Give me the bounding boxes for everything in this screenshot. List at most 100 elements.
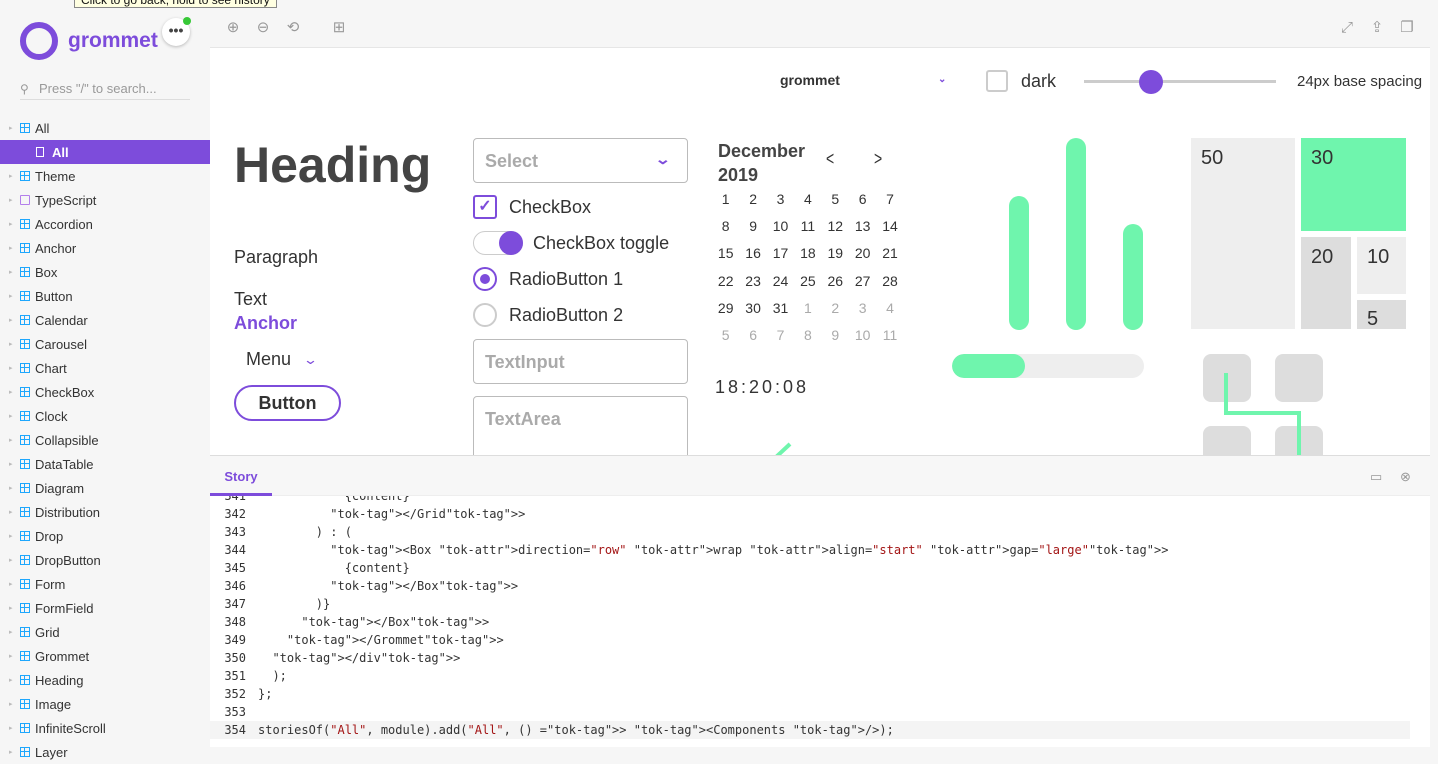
calendar-day[interactable]: 10 [767, 213, 794, 240]
sidebar-item-chart[interactable]: ▸ Chart [0, 356, 210, 380]
sidebar-item-image[interactable]: ▸ Image [0, 692, 210, 716]
calendar-day[interactable]: 12 [822, 213, 849, 240]
sidebar-item-carousel[interactable]: ▸ Carousel [0, 332, 210, 356]
panel-position-icon[interactable]: ▭ [1370, 469, 1382, 485]
search-input[interactable]: ⚲ Press "/" to search... [20, 78, 190, 100]
demo-menu[interactable]: Menu ⌄ [246, 349, 318, 370]
calendar-day[interactable]: 24 [767, 268, 794, 295]
demo-text-input[interactable]: TextInput [473, 339, 688, 384]
spacing-slider-thumb[interactable] [1139, 70, 1164, 94]
grid-icon[interactable]: ⊞ [330, 19, 348, 37]
calendar-day[interactable]: 4 [794, 186, 821, 213]
calendar-day[interactable]: 8 [712, 213, 739, 240]
tab-story[interactable]: Story [210, 456, 272, 496]
sidebar-item-heading[interactable]: ▸ Heading [0, 668, 210, 692]
zoom-out-icon[interactable]: ⊖ [254, 19, 272, 37]
sidebar-item-diagram[interactable]: ▸ Diagram [0, 476, 210, 500]
calendar-day[interactable]: 3 [849, 295, 876, 322]
calendar-day[interactable]: 3 [767, 186, 794, 213]
calendar-day[interactable]: 11 [876, 322, 903, 349]
calendar-day[interactable]: 7 [767, 322, 794, 349]
calendar-day[interactable]: 22 [712, 268, 739, 295]
calendar-day[interactable]: 9 [739, 213, 766, 240]
sidebar-item-accordion[interactable]: ▸ Accordion [0, 212, 210, 236]
zoom-reset-icon[interactable]: ⟲ [284, 19, 302, 37]
sidebar-item-all[interactable]: ▸ All [0, 116, 210, 140]
close-icon[interactable]: ⊗ [1400, 469, 1411, 485]
sidebar-item-anchor[interactable]: ▸ Anchor [0, 236, 210, 260]
chevron-left-icon[interactable]: < [826, 147, 834, 169]
calendar-day[interactable]: 17 [767, 240, 794, 267]
chevron-right-icon[interactable]: > [874, 147, 882, 169]
calendar-day[interactable]: 25 [794, 268, 821, 295]
sidebar-item-label: DataTable [35, 456, 94, 472]
demo-text-area[interactable]: TextArea [473, 396, 688, 455]
calendar-day[interactable]: 20 [849, 240, 876, 267]
calendar-day[interactable]: 7 [876, 186, 903, 213]
calendar-day[interactable]: 28 [876, 268, 903, 295]
demo-anchor[interactable]: Anchor [234, 313, 297, 334]
calendar-day[interactable]: 31 [767, 295, 794, 322]
sidebar-item-formfield[interactable]: ▸ FormField [0, 596, 210, 620]
sidebar-item-grid[interactable]: ▸ Grid [0, 620, 210, 644]
brand[interactable]: grommet [20, 22, 158, 60]
demo-checkbox[interactable]: ✓ CheckBox [473, 195, 591, 219]
spacing-slider-track[interactable] [1084, 80, 1276, 83]
sidebar-item-infinitescroll[interactable]: ▸ InfiniteScroll [0, 716, 210, 740]
sidebar-item-clock[interactable]: ▸ Clock [0, 404, 210, 428]
sidebar-item-box[interactable]: ▸ Box [0, 260, 210, 284]
demo-button[interactable]: Button [234, 385, 341, 421]
calendar-day[interactable]: 29 [712, 295, 739, 322]
calendar-day[interactable]: 16 [739, 240, 766, 267]
sidebar-item-checkbox[interactable]: ▸ CheckBox [0, 380, 210, 404]
sidebar-item-calendar[interactable]: ▸ Calendar [0, 308, 210, 332]
share-icon[interactable]: ⇪ [1368, 19, 1386, 37]
calendar-day[interactable]: 10 [849, 322, 876, 349]
calendar-day[interactable]: 21 [876, 240, 903, 267]
sidebar-item-grommet[interactable]: ▸ Grommet [0, 644, 210, 668]
calendar-day[interactable]: 11 [794, 213, 821, 240]
calendar-day[interactable]: 8 [794, 322, 821, 349]
dark-checkbox[interactable] [986, 70, 1008, 92]
demo-radio-2[interactable]: RadioButton 2 [473, 303, 623, 327]
calendar-day[interactable]: 6 [739, 322, 766, 349]
demo-select[interactable]: Select ⌄ [473, 138, 688, 183]
calendar-day[interactable]: 5 [822, 186, 849, 213]
calendar-day[interactable]: 26 [822, 268, 849, 295]
chevron-down-icon: ⌄ [938, 74, 947, 85]
calendar-day[interactable]: 5 [712, 322, 739, 349]
demo-toggle[interactable]: CheckBox toggle [473, 231, 669, 255]
calendar-day[interactable]: 6 [849, 186, 876, 213]
sidebar-item-datatable[interactable]: ▸ DataTable [0, 452, 210, 476]
demo-radio-1[interactable]: RadioButton 1 [473, 267, 623, 291]
calendar-day[interactable]: 2 [822, 295, 849, 322]
sidebar-item-layer[interactable]: ▸ Layer [0, 740, 210, 764]
calendar-day[interactable]: 1 [712, 186, 739, 213]
calendar-day[interactable]: 2 [739, 186, 766, 213]
sidebar-item-theme[interactable]: ▸ Theme [0, 164, 210, 188]
sidebar-item-all[interactable]: All [0, 140, 210, 164]
zoom-in-icon[interactable]: ⊕ [224, 19, 242, 37]
sidebar-item-collapsible[interactable]: ▸ Collapsible [0, 428, 210, 452]
calendar-day[interactable]: 27 [849, 268, 876, 295]
theme-select[interactable]: grommet ⌄ [780, 72, 950, 88]
sidebar-item-form[interactable]: ▸ Form [0, 572, 210, 596]
sidebar-item-button[interactable]: ▸ Button [0, 284, 210, 308]
calendar-day[interactable]: 4 [876, 295, 903, 322]
sidebar-menu-button[interactable]: ••• [162, 17, 191, 46]
calendar-day[interactable]: 18 [794, 240, 821, 267]
copy-icon[interactable]: ❐ [1398, 19, 1416, 37]
calendar-day[interactable]: 1 [794, 295, 821, 322]
sidebar-item-dropbutton[interactable]: ▸ DropButton [0, 548, 210, 572]
sidebar-item-drop[interactable]: ▸ Drop [0, 524, 210, 548]
fullscreen-icon[interactable]: ⤢ [1338, 19, 1356, 37]
calendar-day[interactable]: 19 [822, 240, 849, 267]
calendar-day[interactable]: 14 [876, 213, 903, 240]
calendar-day[interactable]: 15 [712, 240, 739, 267]
calendar-day[interactable]: 30 [739, 295, 766, 322]
sidebar-item-typescript[interactable]: ▸ TypeScript [0, 188, 210, 212]
calendar-day[interactable]: 13 [849, 213, 876, 240]
calendar-day[interactable]: 23 [739, 268, 766, 295]
calendar-day[interactable]: 9 [822, 322, 849, 349]
sidebar-item-distribution[interactable]: ▸ Distribution [0, 500, 210, 524]
